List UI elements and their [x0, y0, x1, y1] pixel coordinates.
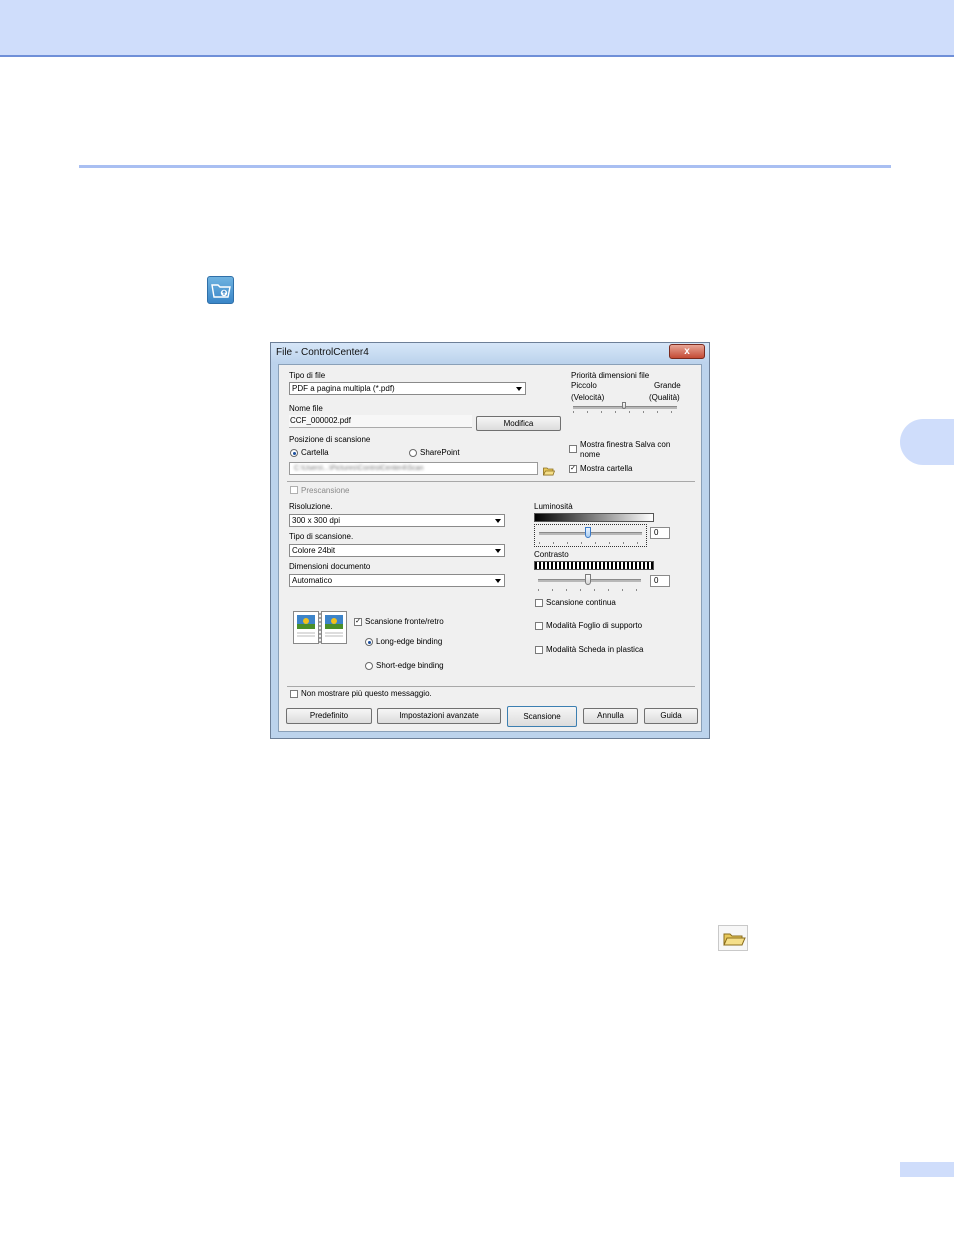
- scan-path-field[interactable]: C:\Users\...\Pictures\ControlCenter4\Sca…: [289, 462, 538, 475]
- carrier-sheet-label: Modalità Foglio di supporto: [546, 621, 643, 630]
- brightness-slider[interactable]: [534, 524, 647, 547]
- close-button[interactable]: x: [669, 344, 705, 359]
- modify-button[interactable]: Modifica: [476, 416, 561, 431]
- scan-type-label: Tipo di scansione.: [289, 532, 354, 541]
- long-edge-radio[interactable]: [365, 638, 373, 646]
- separator-bottom: [287, 686, 695, 687]
- resolution-select[interactable]: 300 x 300 dpi: [289, 514, 505, 527]
- brightness-label: Luminosità: [534, 502, 573, 511]
- show-folder-checkbox[interactable]: ✓: [569, 465, 577, 473]
- plastic-card-label: Modalità Scheda in plastica: [546, 645, 644, 654]
- duplex-preview-image: [293, 611, 347, 645]
- scan-type-value: Colore 24bit: [292, 546, 336, 555]
- duplex-label: Scansione fronte/retro: [365, 617, 444, 626]
- chapter-tab: [900, 419, 954, 465]
- resolution-value: 300 x 300 dpi: [292, 516, 341, 525]
- folder-upload-icon: [207, 276, 234, 304]
- chevron-down-icon: [516, 387, 522, 391]
- cancel-button[interactable]: Annulla: [583, 708, 638, 724]
- file-size-small-label: Piccolo: [571, 381, 597, 390]
- document-size-value: Automatico: [292, 576, 333, 585]
- folder-icon: [718, 925, 748, 951]
- file-size-large-sub: (Qualità): [649, 393, 680, 402]
- file-type-value: PDF a pagina multipla (*.pdf): [292, 384, 395, 393]
- chevron-down-icon: [495, 579, 501, 583]
- resolution-label: Risoluzione.: [289, 502, 333, 511]
- show-save-as-checkbox[interactable]: [569, 445, 577, 453]
- short-edge-radio[interactable]: [365, 662, 373, 670]
- prescan-label: Prescansione: [301, 486, 350, 495]
- brightness-slider-thumb[interactable]: [585, 527, 591, 538]
- scan-path-value: C:\Users\...\Pictures\ControlCenter4\Sca…: [294, 465, 424, 472]
- show-save-as-label: Mostra finestra Salva con nome: [580, 440, 671, 459]
- dialog-titlebar: File - ControlCenter4 x: [271, 343, 709, 363]
- scan-location-label: Posizione di scansione: [289, 435, 371, 444]
- prescan-checkbox[interactable]: [290, 486, 298, 494]
- sharepoint-radio-label: SharePoint: [420, 448, 460, 457]
- page-number-tab: [900, 1162, 954, 1177]
- carrier-sheet-checkbox[interactable]: [535, 622, 543, 630]
- chevron-down-icon: [495, 519, 501, 523]
- file-size-small-sub: (Velocità): [571, 393, 605, 402]
- section-rule: [79, 165, 891, 168]
- continuous-scan-label: Scansione continua: [546, 598, 616, 607]
- file-type-label: Tipo di file: [289, 371, 326, 380]
- separator-top: [287, 481, 695, 482]
- brightness-slider-ticks: [539, 542, 642, 544]
- brightness-value-field[interactable]: 0: [650, 527, 670, 539]
- contrast-value-field[interactable]: 0: [650, 575, 670, 587]
- advanced-settings-button[interactable]: Impostazioni avanzate: [377, 708, 501, 724]
- help-button[interactable]: Guida: [644, 708, 698, 724]
- dialog-title: File - ControlCenter4: [276, 347, 369, 358]
- contrast-pattern: [534, 561, 654, 570]
- continuous-scan-checkbox[interactable]: [535, 599, 543, 607]
- chevron-down-icon: [495, 549, 501, 553]
- short-edge-label: Short-edge binding: [376, 661, 444, 670]
- plastic-card-checkbox[interactable]: [535, 646, 543, 654]
- contrast-slider-thumb[interactable]: [585, 574, 591, 585]
- page-header-band: [0, 0, 954, 57]
- folder-radio[interactable]: [290, 449, 298, 457]
- dont-show-again-label: Non mostrare più questo messaggio.: [301, 689, 432, 698]
- contrast-label: Contrasto: [534, 550, 569, 559]
- dialog-client-area: Tipo di file PDF a pagina multipla (*.pd…: [278, 364, 702, 732]
- dont-show-again-checkbox[interactable]: [290, 690, 298, 698]
- document-size-select[interactable]: Automatico: [289, 574, 505, 587]
- file-size-large-label: Grande: [654, 381, 681, 390]
- file-size-slider-thumb[interactable]: [622, 402, 626, 409]
- brightness-gradient: [534, 513, 654, 522]
- contrast-slider-ticks: [538, 589, 641, 591]
- sharepoint-radio[interactable]: [409, 449, 417, 457]
- scan-button[interactable]: Scansione: [507, 706, 577, 727]
- long-edge-label: Long-edge binding: [376, 637, 443, 646]
- scan-type-select[interactable]: Colore 24bit: [289, 544, 505, 557]
- file-controlcenter4-dialog: File - ControlCenter4 x Tipo di file PDF…: [270, 342, 710, 739]
- duplex-checkbox[interactable]: ✓: [354, 618, 362, 626]
- document-size-label: Dimensioni documento: [289, 562, 371, 571]
- browse-folder-icon[interactable]: [542, 463, 556, 476]
- file-size-slider-ticks: [573, 411, 677, 413]
- show-folder-label: Mostra cartella: [580, 464, 633, 473]
- file-name-label: Nome file: [289, 404, 323, 413]
- file-type-select[interactable]: PDF a pagina multipla (*.pdf): [289, 382, 526, 395]
- file-size-priority-label: Priorità dimensioni file: [571, 371, 650, 380]
- default-button[interactable]: Predefinito: [286, 708, 372, 724]
- file-name-field[interactable]: CCF_000002.pdf: [289, 415, 472, 428]
- folder-radio-label: Cartella: [301, 448, 329, 457]
